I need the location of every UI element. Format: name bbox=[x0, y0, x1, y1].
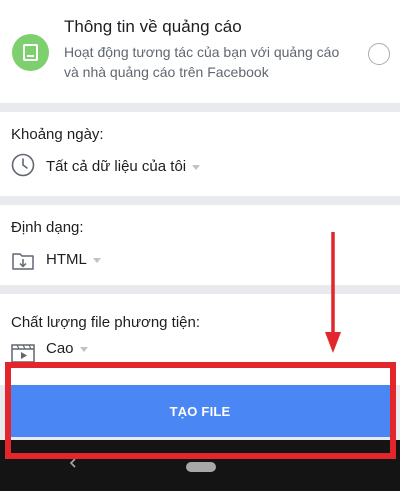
clock-icon bbox=[11, 153, 35, 177]
chevron-down-icon bbox=[79, 346, 88, 352]
system-nav-bar bbox=[0, 440, 400, 491]
media-quality-dropdown[interactable]: Cao bbox=[46, 340, 88, 357]
ads-info-section[interactable]: Thông tin về quảng cáo Hoạt động tương t… bbox=[0, 0, 400, 103]
folder-download-icon bbox=[12, 253, 34, 270]
format-dropdown[interactable]: HTML bbox=[46, 251, 101, 268]
date-range-dropdown[interactable]: Tất cả dữ liệu của tôi bbox=[46, 158, 201, 175]
media-quality-label: Chất lượng file phương tiện: bbox=[11, 314, 201, 331]
media-quality-section: Chất lượng file phương tiện: Cao bbox=[0, 294, 400, 369]
tablet-icon bbox=[12, 34, 49, 71]
chevron-down-icon bbox=[92, 257, 101, 263]
home-pill-icon[interactable] bbox=[186, 462, 216, 472]
create-file-button[interactable]: TẠO FILE bbox=[8, 385, 392, 437]
chevron-down-icon bbox=[192, 164, 201, 170]
footer-spacer bbox=[0, 369, 400, 385]
film-icon bbox=[11, 344, 35, 363]
date-range-label: Khoảng ngày: bbox=[11, 126, 104, 143]
ads-info-description: Hoạt động tương tác của bạn với quảng cá… bbox=[64, 44, 340, 80]
date-range-section: Khoảng ngày: Tất cả dữ liệu của tôi bbox=[0, 112, 400, 196]
ads-info-title: Thông tin về quảng cáo bbox=[64, 17, 242, 36]
ads-info-radio[interactable] bbox=[368, 43, 390, 65]
format-value: HTML bbox=[46, 251, 87, 268]
media-quality-value: Cao bbox=[46, 340, 74, 357]
format-label: Định dạng: bbox=[11, 219, 84, 236]
format-section: Định dạng: HTML bbox=[0, 205, 400, 285]
date-range-value: Tất cả dữ liệu của tôi bbox=[46, 158, 187, 175]
chevron-left-icon[interactable] bbox=[68, 458, 78, 468]
